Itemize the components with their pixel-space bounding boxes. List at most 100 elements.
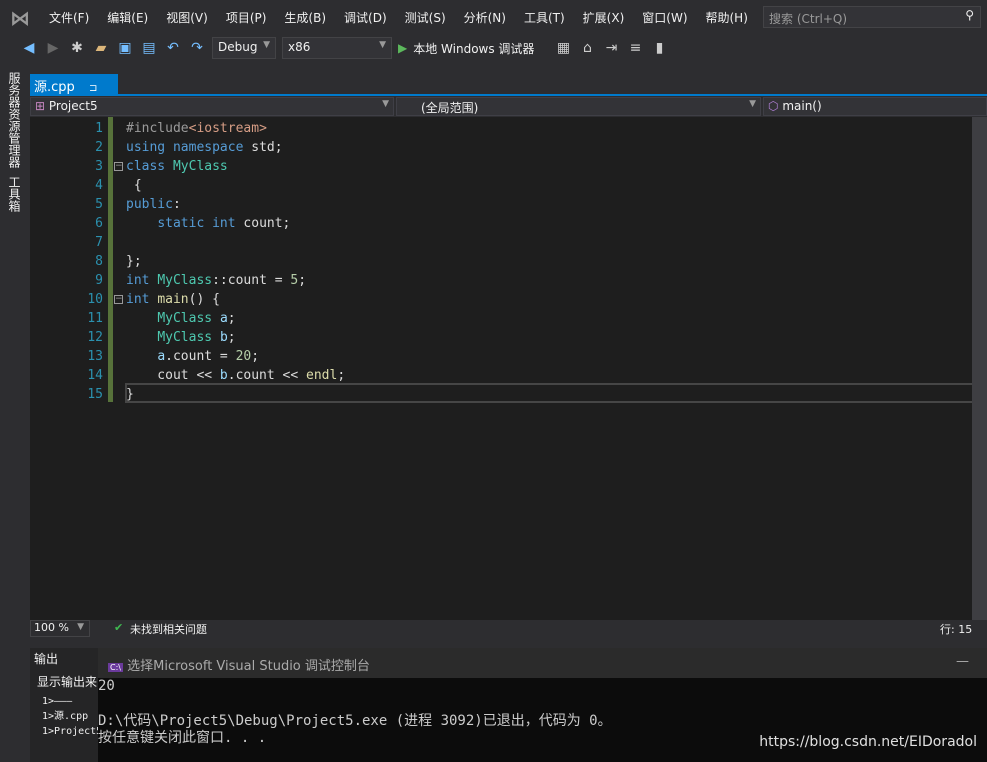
code-token: int bbox=[212, 216, 236, 231]
menu-item[interactable]: 帮助(H) bbox=[697, 9, 757, 26]
menu-item[interactable]: 测试(S) bbox=[396, 9, 455, 26]
console-title: 选择Microsoft Visual Studio 调试控制台 bbox=[127, 659, 370, 674]
code-token: ; bbox=[227, 311, 236, 326]
scope-value: (全局范围) bbox=[421, 101, 479, 115]
pin-icon[interactable]: ⊐ bbox=[89, 83, 97, 94]
menu-item[interactable]: 生成(B) bbox=[275, 9, 335, 26]
left-tool-strip: 服务器资源管理器 工具箱 bbox=[0, 68, 28, 628]
configuration-select[interactable]: Debug ▼ bbox=[212, 37, 276, 59]
code-token: main bbox=[157, 292, 189, 307]
line-number: 8 bbox=[95, 254, 103, 269]
search-input[interactable]: 搜索 (Ctrl+Q) ⚲ bbox=[763, 6, 981, 28]
code-token: a bbox=[157, 349, 166, 364]
search-placeholder: 搜索 (Ctrl+Q) bbox=[769, 12, 848, 26]
toolbar-icon[interactable]: ▦ bbox=[554, 40, 572, 56]
toolbox-tab[interactable]: 工具箱 bbox=[6, 176, 23, 212]
code-token: ::count = bbox=[212, 273, 291, 288]
console-line: 按任意键关闭此窗口. . . bbox=[98, 730, 267, 746]
scope-dropdown[interactable]: (全局范围) ▼ bbox=[396, 97, 761, 116]
play-icon: ▶ bbox=[398, 41, 408, 55]
code-line: int MyClass::count = 5; bbox=[126, 271, 306, 290]
tab-source-cpp[interactable]: 源.cpp ⊐ ✕ bbox=[30, 74, 118, 109]
toolbar-icon[interactable]: ⇥ bbox=[602, 40, 620, 56]
code-token: std; bbox=[243, 140, 283, 155]
line-number: 3 bbox=[95, 159, 103, 174]
open-file-icon[interactable]: ▰ bbox=[92, 40, 110, 56]
chevron-down-icon: ▼ bbox=[382, 99, 389, 109]
menu-item[interactable]: 窗口(W) bbox=[633, 9, 696, 26]
line-number: 10 bbox=[87, 292, 103, 307]
forward-icon[interactable]: ▶ bbox=[44, 40, 62, 56]
chevron-down-icon: ▼ bbox=[379, 40, 386, 50]
output-line: 1>——— bbox=[42, 696, 73, 707]
code-editor[interactable]: 1 2 3 4 5 6 7 8 9 10 11 12 13 14 15 − − #include<iostr… bbox=[30, 117, 987, 620]
code-token: .count << bbox=[227, 368, 307, 383]
code-token: b bbox=[219, 330, 228, 345]
line-number: 15 bbox=[87, 387, 103, 402]
line-number: 6 bbox=[95, 216, 103, 231]
issues-status[interactable]: 未找到相关问题 bbox=[130, 621, 207, 637]
menu-item[interactable]: 文件(F) bbox=[40, 9, 98, 26]
current-line-highlight bbox=[125, 383, 987, 403]
code-token: } bbox=[126, 387, 134, 402]
output-line: 1>源.cpp bbox=[42, 711, 89, 722]
chevron-down-icon: ▼ bbox=[263, 40, 270, 50]
code-line: using namespace std; bbox=[126, 138, 283, 157]
start-debugging-button[interactable]: 本地 Windows 调试器 bbox=[413, 40, 534, 57]
collapse-icon[interactable]: − bbox=[114, 295, 123, 304]
code-token: ; bbox=[337, 368, 346, 383]
code-token: public bbox=[126, 197, 173, 212]
toolbar-icon[interactable]: ⌂ bbox=[578, 40, 596, 56]
menu-item[interactable]: 分析(N) bbox=[455, 9, 515, 26]
menu-item[interactable]: 工具(T) bbox=[515, 9, 574, 26]
tab-label: 源.cpp bbox=[34, 80, 75, 95]
line-number: 11 bbox=[87, 311, 103, 326]
code-token: cout << bbox=[126, 368, 220, 383]
code-line: { bbox=[126, 176, 142, 195]
vertical-scrollbar[interactable] bbox=[972, 117, 987, 620]
save-all-icon[interactable]: ▤ bbox=[140, 40, 158, 56]
undo-icon[interactable]: ↶ bbox=[164, 40, 182, 56]
project-dropdown[interactable]: ⊞ Project5 ▼ bbox=[30, 97, 394, 116]
save-icon[interactable]: ▣ bbox=[116, 40, 134, 56]
check-circle-icon: ✔ bbox=[114, 621, 124, 634]
bookmark-icon[interactable]: ▮ bbox=[650, 40, 668, 56]
code-token: #include bbox=[126, 121, 189, 136]
new-project-icon[interactable]: ✱ bbox=[68, 40, 86, 56]
line-indicator: 行: 15 bbox=[940, 623, 973, 636]
output-title: 输出 bbox=[34, 652, 59, 666]
line-number: 13 bbox=[87, 349, 103, 364]
server-explorer-tab[interactable]: 服务器资源管理器 bbox=[6, 72, 23, 168]
menu-item[interactable]: 编辑(E) bbox=[98, 9, 157, 26]
zoom-select[interactable]: 100 % ▼ bbox=[30, 620, 90, 637]
code-token: namespace bbox=[172, 140, 244, 155]
code-token: int bbox=[126, 273, 150, 288]
platform-select[interactable]: x86 ▼ bbox=[282, 37, 392, 59]
menu-item[interactable]: 扩展(X) bbox=[574, 9, 634, 26]
menu-item[interactable]: 视图(V) bbox=[157, 9, 217, 26]
code-line: MyClass b; bbox=[126, 328, 235, 347]
menu-item[interactable]: 调试(D) bbox=[335, 9, 396, 26]
line-number: 2 bbox=[95, 140, 103, 155]
menu-item[interactable]: 项目(P) bbox=[217, 9, 276, 26]
line-number: 12 bbox=[87, 330, 103, 345]
minimize-button[interactable]: — bbox=[956, 654, 969, 669]
collapse-icon[interactable]: − bbox=[114, 162, 123, 171]
code-token: { bbox=[126, 178, 142, 193]
back-icon[interactable]: ◀ bbox=[20, 40, 38, 56]
code-token: static bbox=[157, 216, 205, 231]
code-token: MyClass bbox=[172, 159, 228, 174]
code-line: }; bbox=[126, 252, 142, 271]
line-number: 7 bbox=[95, 235, 103, 250]
code-token: MyClass bbox=[157, 330, 213, 345]
code-token: MyClass bbox=[157, 273, 213, 288]
redo-icon[interactable]: ↷ bbox=[188, 40, 206, 56]
line-number: 5 bbox=[95, 197, 103, 212]
toolbar-icon[interactable]: ≡ bbox=[626, 40, 644, 56]
code-token: ; bbox=[251, 349, 260, 364]
member-dropdown[interactable]: ⬡ main() bbox=[763, 97, 987, 116]
